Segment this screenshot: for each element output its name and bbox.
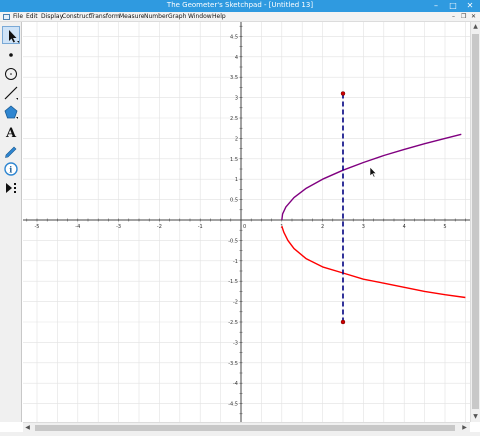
menu-number[interactable]: Number (144, 13, 168, 20)
y-tick-label: 2.5 (230, 116, 238, 122)
menu-construct[interactable]: Construct (62, 13, 91, 20)
menu-transform[interactable]: Transform (90, 13, 120, 20)
window-title: The Geometer's Sketchpad - [Untitled 13] (166, 1, 314, 9)
minimize-button[interactable]: – (428, 0, 444, 12)
menu-file[interactable]: File (13, 13, 23, 20)
info-icon: i (4, 162, 18, 176)
y-tick-label: -2.5 (228, 320, 238, 326)
vertical-scroll-thumb[interactable] (472, 34, 479, 409)
y-tick-label: 4.5 (230, 34, 238, 40)
y-tick-label: 2 (235, 136, 238, 142)
y-tick-label: -1 (233, 259, 238, 265)
svg-text:A: A (5, 126, 17, 140)
scroll-down-icon[interactable]: ▼ (471, 412, 480, 421)
y-tick-label: 0.5 (230, 198, 238, 204)
sketch-canvas[interactable]: -5 -4 -3 -2 -1 1 2 3 4 5 4.5 4 3.5 3 2.5 2 1.5 1 0.5 -0.5 -1… (23, 22, 470, 422)
y-tick-label: 1.5 (230, 157, 238, 163)
scroll-left-icon[interactable]: ◀ (23, 423, 32, 432)
x-tick-label: 4 (403, 224, 406, 230)
upper-branch-curve (281, 133, 462, 221)
horizontal-scroll-thumb[interactable] (35, 425, 455, 431)
menu-display[interactable]: Display (41, 13, 63, 20)
title-bar: The Geometer's Sketchpad - [Untitled 13]… (0, 0, 480, 12)
close-button[interactable]: ✕ (462, 0, 478, 12)
status-strip (0, 432, 480, 436)
y-tick-label: -0.5 (228, 238, 238, 244)
document-icon[interactable] (3, 14, 10, 20)
toolbox: A i (0, 22, 22, 422)
doc-minimize-button[interactable]: – (452, 13, 455, 20)
lower-branch-curve (281, 225, 466, 299)
point-tool[interactable] (2, 46, 20, 64)
x-tick-label: -3 (116, 224, 121, 230)
y-tick-label: -4 (233, 381, 238, 387)
doc-close-button[interactable]: ✕ (471, 13, 476, 20)
mouse-cursor-icon (369, 166, 377, 178)
y-tick-label: 4 (235, 55, 238, 61)
pencil-icon (5, 146, 17, 158)
y-tick-label: -1.5 (228, 279, 238, 285)
menu-window[interactable]: Window (188, 13, 212, 20)
y-tick-label: 3.5 (230, 75, 238, 81)
compass-tool[interactable] (2, 65, 20, 83)
custom-tool-icon (6, 183, 16, 193)
polygon-icon (4, 105, 18, 119)
information-tool[interactable]: i (2, 160, 20, 178)
text-A-icon: A (5, 126, 17, 140)
menu-help[interactable]: Help (212, 13, 226, 20)
x-tick-label: -5 (35, 224, 40, 230)
custom-tool[interactable] (2, 179, 20, 197)
x-tick-label: -4 (75, 224, 80, 230)
y-tick-label: 1 (235, 177, 238, 183)
vertical-scrollbar[interactable]: ▲ ▼ (470, 22, 480, 422)
y-tick-label: -2 (233, 300, 238, 306)
y-tick-label: -4.5 (228, 402, 238, 408)
y-tick-label: -3 (233, 340, 238, 346)
arrow-select-tool[interactable] (2, 26, 20, 44)
maximize-button[interactable]: □ (445, 0, 461, 12)
x-tick-label: 3 (362, 224, 365, 230)
coordinate-graph[interactable]: -5 -4 -3 -2 -1 1 2 3 4 54.543.532.521.510.5-0.5-1… (23, 22, 470, 422)
menu-measure[interactable]: Measure (119, 13, 145, 20)
horizontal-scrollbar[interactable]: ◀ ▶ (23, 422, 470, 432)
y-tick-label: 3 (235, 96, 238, 102)
scroll-right-icon[interactable]: ▶ (460, 423, 469, 432)
x-tick-label: -2 (157, 224, 162, 230)
marker-tool[interactable] (2, 141, 20, 159)
segment-icon (4, 86, 18, 100)
scroll-up-icon[interactable]: ▲ (471, 22, 480, 31)
svg-text:i: i (9, 165, 12, 175)
menu-edit[interactable]: Edit (26, 13, 38, 20)
segment-top-point (340, 91, 346, 96)
arrow-icon (9, 30, 19, 43)
origin-label: 0 (243, 224, 246, 230)
point-icon (9, 53, 13, 57)
text-tool[interactable]: A (2, 122, 20, 140)
polygon-tool[interactable] (2, 103, 20, 121)
segment-bottom-point (340, 319, 346, 325)
doc-restore-button[interactable]: ❐ (461, 13, 466, 20)
menu-bar: File Edit Display Construct Transform Me… (0, 12, 480, 22)
straightedge-tool[interactable] (2, 84, 20, 102)
x-tick-label: 2 (321, 224, 324, 230)
x-tick-label: 5 (443, 224, 446, 230)
x-tick-label: -1 (198, 224, 203, 230)
y-tick-label: -3.5 (228, 361, 238, 367)
circle-icon (5, 68, 17, 80)
menu-graph[interactable]: Graph (168, 13, 186, 20)
